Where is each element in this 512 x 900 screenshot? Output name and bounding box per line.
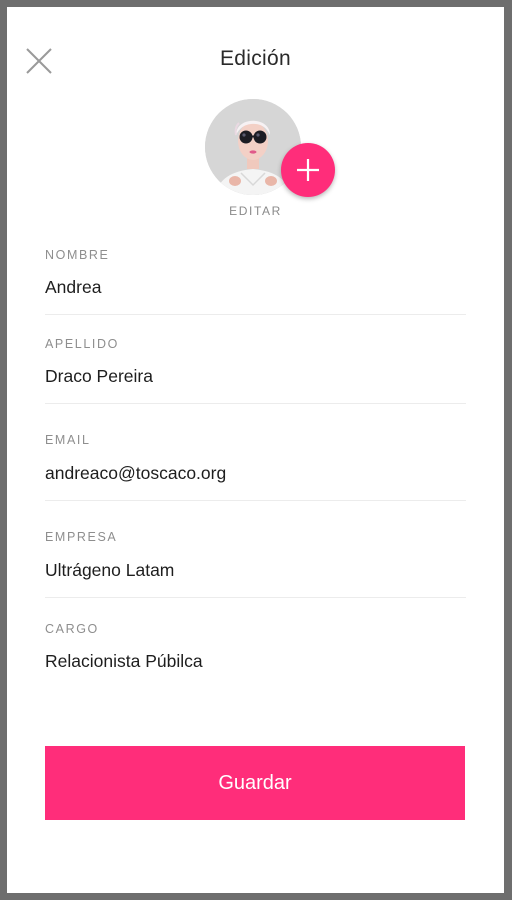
email-label: EMAIL [45,433,91,447]
edit-profile-screen: Edición EDITAR NOMBRE Andrea APELLIDO Dr… [7,7,504,893]
last-name-input[interactable]: Draco Pereira [45,362,466,390]
first-name-field: NOMBRE Andrea [45,247,466,315]
company-input[interactable]: Ultrágeno Latam [45,556,466,584]
position-field: CARGO Relacionista Púbilca [45,621,466,671]
first-name-label: NOMBRE [45,248,110,262]
save-button[interactable]: Guardar [45,746,465,820]
last-name-field: APELLIDO Draco Pereira [45,336,466,404]
edit-photo-link[interactable]: EDITAR [7,204,504,218]
first-name-input[interactable]: Andrea [45,273,466,301]
page-title: Edición [220,47,291,70]
divider [45,500,466,501]
plus-icon [297,159,319,181]
company-label: EMPRESA [45,530,118,544]
email-value: andreaco@toscaco.org [45,463,227,483]
divider [45,314,466,315]
last-name-value: Draco Pereira [45,366,153,386]
first-name-value: Andrea [45,277,102,297]
position-value: Relacionista Púbilca [45,651,203,671]
divider [45,597,466,598]
email-field: EMAIL andreaco@toscaco.org [45,432,466,501]
company-value: Ultrágeno Latam [45,560,175,580]
last-name-label: APELLIDO [45,337,119,351]
email-input[interactable]: andreaco@toscaco.org [45,459,466,487]
divider [45,403,466,404]
add-photo-button[interactable] [281,143,335,197]
position-label: CARGO [45,622,99,636]
company-field: EMPRESA Ultrágeno Latam [45,529,466,598]
position-input[interactable]: Relacionista Púbilca [45,647,466,675]
